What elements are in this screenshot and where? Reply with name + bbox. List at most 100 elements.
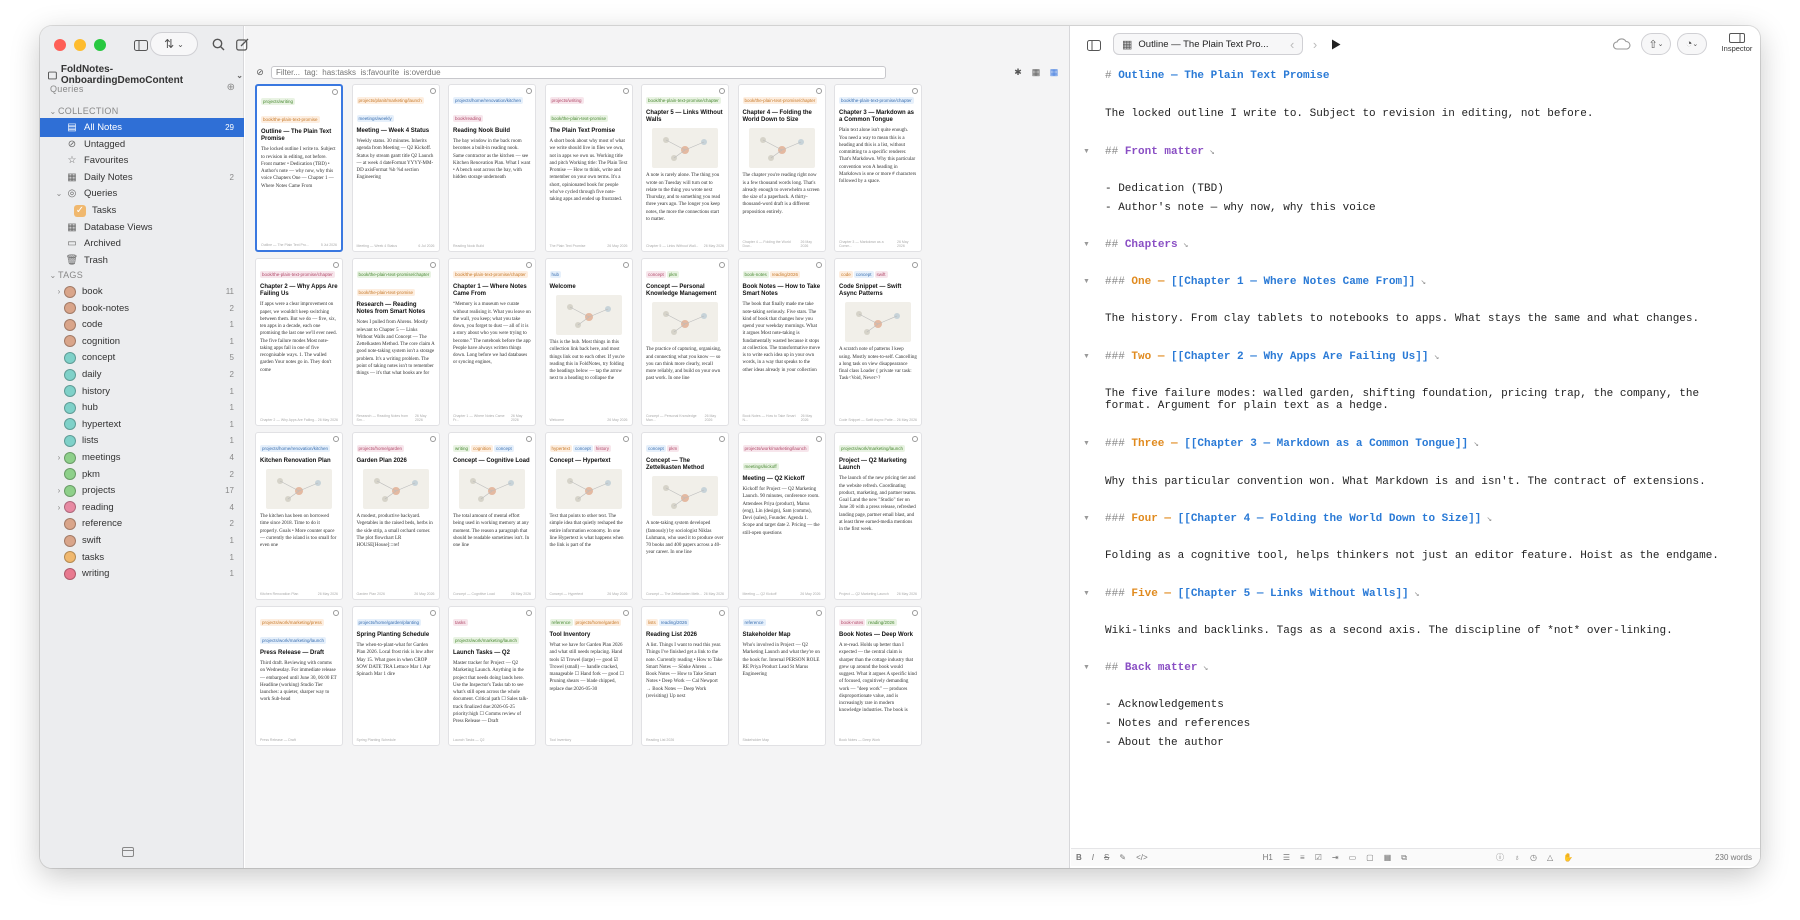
card-tag[interactable]: concept bbox=[573, 445, 593, 452]
text-line[interactable]: - Acknowledgements bbox=[1105, 699, 1224, 711]
card-tag[interactable]: book-notes bbox=[742, 271, 769, 278]
note-card[interactable]: projects/writing book/the-plain-text-prom… bbox=[255, 84, 343, 252]
card-tag[interactable]: book/reading bbox=[453, 115, 484, 122]
strikethrough-icon[interactable]: S bbox=[1104, 853, 1109, 862]
card-tag[interactable]: reading/2026 bbox=[769, 271, 801, 278]
card-tag[interactable]: cognition bbox=[471, 445, 494, 452]
new-folder-icon[interactable] bbox=[122, 847, 134, 860]
heading-line[interactable]: ### Three — [[Chapter 3 — Markdown as a … bbox=[1105, 438, 1479, 450]
sidebar-item-trash[interactable]: 🗑 Trash bbox=[40, 251, 244, 270]
chevron-right-icon[interactable]: › bbox=[54, 453, 64, 462]
wiki-link[interactable]: [[Chapter 3 — Markdown as a Common Tongu… bbox=[1184, 438, 1468, 450]
note-card[interactable]: book/the-plain-text-promise/chapter Chapt… bbox=[255, 258, 343, 426]
card-tag[interactable]: concept bbox=[494, 445, 514, 452]
chevron-right-icon[interactable]: › bbox=[54, 287, 64, 296]
wiki-link[interactable]: [[Chapter 5 — Links Without Walls]] bbox=[1178, 588, 1409, 600]
warning-icon[interactable]: △ bbox=[1547, 853, 1553, 862]
note-card[interactable]: projects/home/renovation/kitchen book/rea… bbox=[448, 84, 536, 252]
hoist-arrow-icon[interactable]: ↘ bbox=[1178, 240, 1188, 250]
card-tag[interactable]: book/the-plain-text-promise/chapter bbox=[839, 97, 914, 104]
numbered-list-icon[interactable]: ≡ bbox=[1300, 853, 1305, 862]
note-card[interactable]: book-notes reading/2026 Book Notes — How t… bbox=[737, 258, 826, 426]
card-tag[interactable]: projects/home/garden/planting bbox=[356, 619, 422, 626]
note-card[interactable]: book/the-plain-text-promise/chapter book/… bbox=[351, 258, 440, 426]
note-card[interactable]: book/the-plain-text-promise/chapter Chapt… bbox=[641, 84, 729, 252]
card-tag[interactable]: meetings/weekly bbox=[356, 115, 394, 122]
cloud-icon[interactable] bbox=[1611, 34, 1633, 54]
highlight-icon[interactable]: ✎ bbox=[1119, 853, 1126, 862]
editor-sidebar-toggle-icon[interactable] bbox=[1083, 36, 1105, 54]
fold-toggle-icon[interactable]: ▼ bbox=[1083, 590, 1090, 597]
note-card[interactable]: lists reading/2026 Reading List 2026 A list… bbox=[641, 606, 729, 746]
note-card[interactable]: projects/work/marketing/launch meetings/k… bbox=[737, 432, 826, 600]
hoist-arrow-icon[interactable]: ↘ bbox=[1428, 352, 1439, 362]
comment-icon[interactable]: ▢ bbox=[1366, 853, 1374, 862]
card-tag[interactable]: book/the-plain-text-promise bbox=[549, 115, 609, 122]
card-tag[interactable]: code bbox=[839, 271, 853, 278]
note-card[interactable]: projects/home/renovation/kitchen Kitchen … bbox=[255, 432, 343, 600]
fold-toggle-icon[interactable]: ▼ bbox=[1083, 664, 1090, 671]
hoist-arrow-icon[interactable]: ↘ bbox=[1197, 663, 1208, 673]
note-card[interactable]: book/the-plain-text-promise/chapter Chapt… bbox=[448, 258, 536, 426]
card-tag[interactable]: projects/home/renovation/kitchen bbox=[453, 97, 524, 104]
fold-toggle-icon[interactable]: ▼ bbox=[1083, 440, 1090, 447]
wiki-link[interactable]: [[Chapter 1 — Where Notes Came From]] bbox=[1171, 276, 1415, 288]
table-icon[interactable]: ▦ bbox=[1384, 853, 1392, 862]
heading-line[interactable]: ### Four — [[Chapter 4 — Folding the Wor… bbox=[1105, 513, 1492, 525]
new-note-icon[interactable] bbox=[232, 34, 252, 54]
card-tag[interactable]: pkm bbox=[666, 445, 680, 452]
card-tag[interactable]: reading/2026 bbox=[866, 619, 897, 626]
hoist-arrow-icon[interactable]: ↘ bbox=[1409, 589, 1419, 599]
text-line[interactable]: - Author's note — why now, why this voic… bbox=[1105, 202, 1376, 214]
filter-input[interactable] bbox=[271, 65, 886, 79]
note-card[interactable]: reference Stakeholder Map Who's involved i… bbox=[737, 606, 826, 746]
heading-line[interactable]: ## Chapters ↘ bbox=[1105, 239, 1188, 251]
italic-icon[interactable]: I bbox=[1092, 853, 1094, 862]
grid-view-icon[interactable]: ▦ bbox=[1047, 65, 1061, 79]
card-tag[interactable]: projects/planit/marketing/launch bbox=[356, 97, 424, 104]
fold-toggle-icon[interactable]: ▼ bbox=[1083, 278, 1090, 285]
card-tag[interactable]: swift bbox=[874, 271, 888, 278]
card-tag[interactable]: concept bbox=[853, 271, 874, 278]
add-query-icon[interactable]: ⊕ bbox=[227, 82, 235, 93]
fold-toggle-icon[interactable]: ▼ bbox=[1083, 241, 1090, 248]
image-icon[interactable]: ▭ bbox=[1349, 853, 1357, 862]
hoist-arrow-icon[interactable]: ↘ bbox=[1204, 147, 1214, 157]
text-line[interactable]: - Notes and references bbox=[1105, 718, 1250, 730]
wiki-link[interactable]: [[Chapter 4 — Folding the World Down to … bbox=[1178, 513, 1482, 525]
asterisk-icon[interactable]: ✱ bbox=[1011, 65, 1025, 79]
heading-level-select[interactable]: H1 bbox=[1263, 853, 1273, 862]
code-icon[interactable]: </> bbox=[1136, 853, 1148, 862]
card-tag[interactable]: book/the-plain-text-promise/chapter bbox=[646, 97, 721, 104]
note-card[interactable]: projects/home/garden Garden Plan 2026 A mo… bbox=[351, 432, 440, 600]
tag-item-writing[interactable]: writing 1 bbox=[40, 564, 244, 583]
note-card[interactable]: code concept swift Code Snippet — Swift Asy… bbox=[834, 258, 922, 426]
card-tag[interactable]: book/the-plain-text-promise/chapter bbox=[260, 271, 335, 278]
card-tag[interactable]: writing bbox=[453, 445, 471, 452]
card-tag[interactable]: book/the-plain-text-promise bbox=[356, 289, 416, 296]
card-tag[interactable]: reading/2026 bbox=[658, 619, 690, 626]
hoist-arrow-icon[interactable]: ↘ bbox=[1468, 439, 1478, 449]
fold-toggle-icon[interactable]: ▼ bbox=[1083, 148, 1090, 155]
sort-button[interactable]: ⇅ ⌄ bbox=[150, 32, 198, 56]
card-tag[interactable]: projects/home/renovation/kitchen bbox=[260, 445, 331, 452]
zoom-window-button[interactable] bbox=[94, 39, 106, 51]
hand-icon[interactable]: ✋ bbox=[1563, 853, 1573, 862]
card-tag[interactable]: projects/work/marketing/launch bbox=[453, 637, 520, 644]
wiki-link[interactable]: [[Chapter 2 — Why Apps Are Failing Us]] bbox=[1171, 351, 1428, 363]
card-tag[interactable]: book-notes bbox=[839, 619, 866, 626]
card-tag[interactable]: projects/writing bbox=[549, 97, 584, 104]
fold-toggle-icon[interactable]: ▼ bbox=[1083, 353, 1090, 360]
heading-line[interactable]: # Outline — The Plain Text Promise bbox=[1105, 70, 1329, 82]
card-tag[interactable]: projects/work/marketing/launch bbox=[742, 445, 809, 452]
note-card[interactable]: book/the-plain-text-promise/chapter Chapt… bbox=[834, 84, 922, 252]
chevron-down-icon[interactable]: ⌄ bbox=[54, 189, 64, 198]
editor-tab[interactable]: ▦ Outline — The Plain Text Pro... ‹ bbox=[1113, 33, 1303, 55]
info-icon[interactable]: ⓘ bbox=[1496, 852, 1504, 863]
clock-icon[interactable]: ◷ bbox=[1530, 853, 1537, 862]
card-tag[interactable]: tasks bbox=[453, 619, 468, 626]
note-card[interactable]: projects/planit/marketing/launch meetings… bbox=[351, 84, 440, 252]
text-line[interactable]: - About the author bbox=[1105, 737, 1224, 749]
note-card[interactable]: tasks projects/work/marketing/launch Launc… bbox=[448, 606, 536, 746]
theme-button[interactable]: ◔ ⌄ bbox=[1677, 33, 1707, 55]
